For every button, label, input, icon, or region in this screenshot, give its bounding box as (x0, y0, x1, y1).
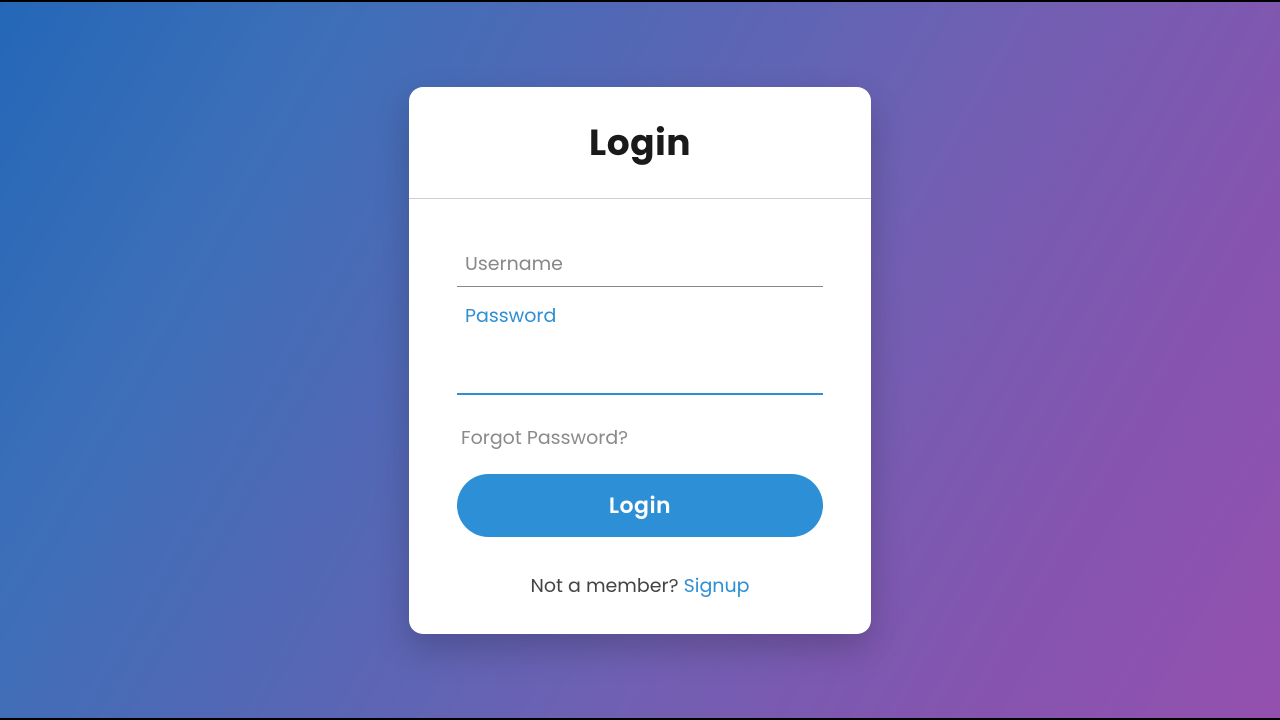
username-input[interactable] (457, 239, 823, 287)
signup-prompt: Not a member? (531, 572, 684, 599)
forgot-password-row: Forgot Password? (457, 423, 823, 452)
password-input[interactable] (457, 332, 823, 395)
signup-row: Not a member? Signup (457, 571, 823, 600)
card-header: Login (409, 87, 871, 199)
password-field-wrapper: Password (457, 301, 823, 395)
page-title: Login (409, 115, 871, 170)
login-card: Login Password Forgot Password? Login No… (409, 87, 871, 634)
forgot-password-link[interactable]: Forgot Password? (457, 424, 628, 451)
username-field-wrapper (457, 239, 823, 287)
login-button[interactable]: Login (457, 474, 823, 537)
card-body: Password Forgot Password? Login Not a me… (409, 199, 871, 634)
signup-link[interactable]: Signup (684, 572, 750, 599)
password-label: Password (457, 301, 823, 330)
